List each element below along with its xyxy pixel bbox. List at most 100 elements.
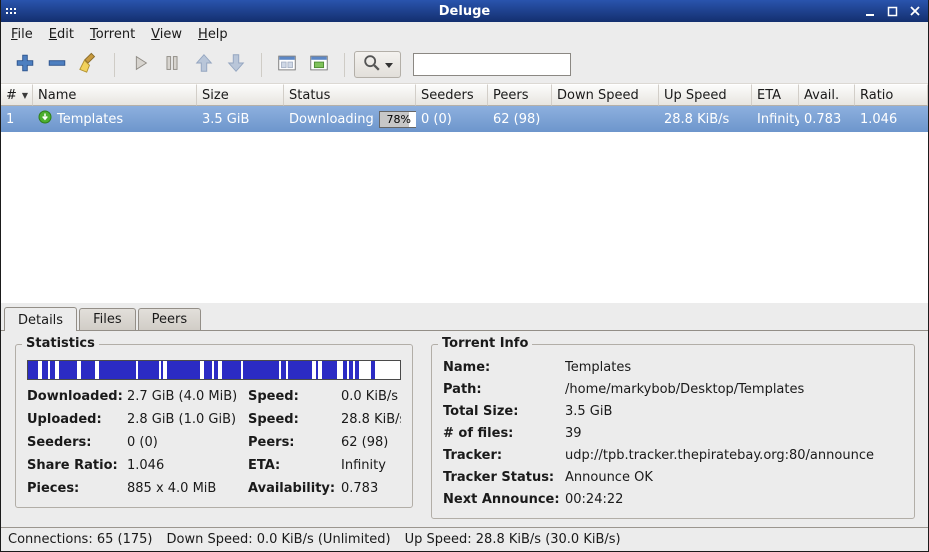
find-button[interactable] (354, 51, 401, 78)
column-header-status[interactable]: Status (284, 84, 416, 106)
info-label: Next Announce: (443, 492, 565, 507)
menu-torrent[interactable]: Torrent (82, 24, 143, 45)
preferences-icon (276, 52, 298, 77)
stat-label: Availability: (248, 481, 341, 496)
cell-seeders: 0 (0) (416, 112, 488, 127)
info-label: Name: (443, 360, 565, 375)
statistics-grid: Downloaded:2.7 GiB (4.0 MiB)Speed:0.0 Ki… (27, 389, 401, 496)
queue-up-button[interactable] (188, 50, 220, 80)
details-tabbar: Details Files Peers (1, 303, 928, 330)
menu-view[interactable]: View (143, 24, 190, 45)
status-connections: Connections: 65 (175) (8, 532, 152, 547)
info-label: Path: (443, 382, 565, 397)
column-header-avail[interactable]: Avail. (799, 84, 855, 106)
queue-down-button[interactable] (220, 50, 252, 80)
info-value: /home/markybob/Desktop/Templates (565, 382, 903, 397)
status-progress-bar: 78% (379, 111, 416, 128)
column-header-ratio[interactable]: Ratio (855, 84, 928, 106)
info-label: Tracker Status: (443, 470, 565, 485)
details-panel: Statistics Downloaded:2.7 GiB (4.0 MiB)S… (1, 330, 928, 527)
stat-value: Infinity (341, 458, 401, 473)
resume-button[interactable] (124, 50, 156, 80)
cell-number: 1 (1, 112, 33, 127)
stat-label: Peers: (248, 435, 341, 450)
search-input[interactable] (413, 53, 571, 76)
status-bar: Connections: 65 (175) Down Speed: 0.0 Ki… (1, 527, 928, 551)
deluge-window: Deluge File Edit Torrent View Help (0, 0, 929, 552)
torrent-list-empty-area (1, 132, 928, 303)
column-header-size[interactable]: Size (197, 84, 284, 106)
remove-torrent-button[interactable] (41, 50, 73, 80)
status-up-speed: Up Speed: 28.8 KiB/s (30.0 KiB/s) (405, 532, 621, 547)
toolbar-separator (114, 53, 115, 77)
torrent-info-grid: Name:Templates Path:/home/markybob/Deskt… (443, 360, 903, 507)
plugins-button[interactable] (303, 50, 335, 80)
column-header-down-speed[interactable]: Down Speed (552, 84, 659, 106)
statistics-title: Statistics (22, 336, 99, 351)
column-header-name[interactable]: Name (33, 84, 197, 106)
info-label: Total Size: (443, 404, 565, 419)
stat-value: 62 (98) (341, 435, 401, 450)
cell-eta: Infinity (752, 112, 799, 127)
info-label: # of files: (443, 426, 565, 441)
stat-value: 885 x 4.0 MiB (127, 481, 248, 496)
column-header-number[interactable]: #▼ (1, 84, 33, 106)
info-value: Announce OK (565, 470, 903, 485)
torrent-row[interactable]: 1 Templates 3.5 GiB Downloading 78% 0 (0… (1, 106, 928, 132)
cell-avail: 0.783 (799, 112, 855, 127)
window-title: Deluge (1, 4, 928, 19)
chevron-down-icon (385, 57, 393, 72)
column-header-up-speed[interactable]: Up Speed (659, 84, 752, 106)
close-button[interactable] (907, 4, 922, 18)
status-down-speed: Down Speed: 0.0 KiB/s (Unlimited) (166, 532, 390, 547)
stat-label: ETA: (248, 458, 341, 473)
menu-file[interactable]: File (3, 24, 41, 45)
column-header-eta[interactable]: ETA (752, 84, 799, 106)
add-torrent-button[interactable] (9, 50, 41, 80)
cell-status: Downloading 78% (284, 111, 416, 128)
stat-value: 28.8 KiB/s (341, 412, 401, 427)
info-label: Tracker: (443, 448, 565, 463)
tab-details[interactable]: Details (4, 307, 77, 331)
minimize-button[interactable] (863, 4, 878, 18)
menu-help[interactable]: Help (190, 24, 236, 45)
plugins-icon (308, 52, 330, 77)
info-value: Templates (565, 360, 903, 375)
info-value: 00:24:22 (565, 492, 903, 507)
pause-button[interactable] (156, 50, 188, 80)
toolbar-separator (261, 53, 262, 77)
toolbar (1, 46, 928, 84)
remove-icon (46, 52, 68, 77)
titlebar: Deluge (1, 0, 928, 22)
clear-torrents-button[interactable] (73, 50, 105, 80)
statistics-group: Statistics Downloaded:2.7 GiB (4.0 MiB)S… (15, 344, 413, 508)
torrent-list: 1 Templates 3.5 GiB Downloading 78% 0 (0… (1, 106, 928, 303)
stat-label: Share Ratio: (27, 458, 127, 473)
stat-value: 0 (0) (127, 435, 248, 450)
broom-icon (78, 52, 100, 77)
magnifier-icon (362, 53, 382, 76)
maximize-button[interactable] (885, 4, 900, 18)
stat-label: Pieces: (27, 481, 127, 496)
play-icon (129, 52, 151, 77)
stat-value: 0.0 KiB/s (341, 389, 401, 404)
cell-peers: 62 (98) (488, 112, 552, 127)
pause-icon (161, 52, 183, 77)
stat-label: Speed: (248, 412, 341, 427)
tab-files[interactable]: Files (79, 308, 136, 330)
stat-value: 2.8 GiB (1.0 GiB) (127, 412, 248, 427)
tab-peers[interactable]: Peers (138, 308, 202, 330)
column-header-peers[interactable]: Peers (488, 84, 552, 106)
cell-size: 3.5 GiB (197, 112, 284, 127)
column-header-seeders[interactable]: Seeders (416, 84, 488, 106)
cell-ratio: 1.046 (855, 112, 928, 127)
menubar: File Edit Torrent View Help (1, 22, 928, 46)
stat-label: Downloaded: (27, 389, 127, 404)
stat-value: 1.046 (127, 458, 248, 473)
preferences-button[interactable] (271, 50, 303, 80)
stat-value: 2.7 GiB (4.0 MiB) (127, 389, 248, 404)
torrent-info-title: Torrent Info (438, 336, 532, 351)
cell-up-speed: 28.8 KiB/s (659, 112, 752, 127)
menu-edit[interactable]: Edit (41, 24, 82, 45)
stat-value: 0.783 (341, 481, 401, 496)
